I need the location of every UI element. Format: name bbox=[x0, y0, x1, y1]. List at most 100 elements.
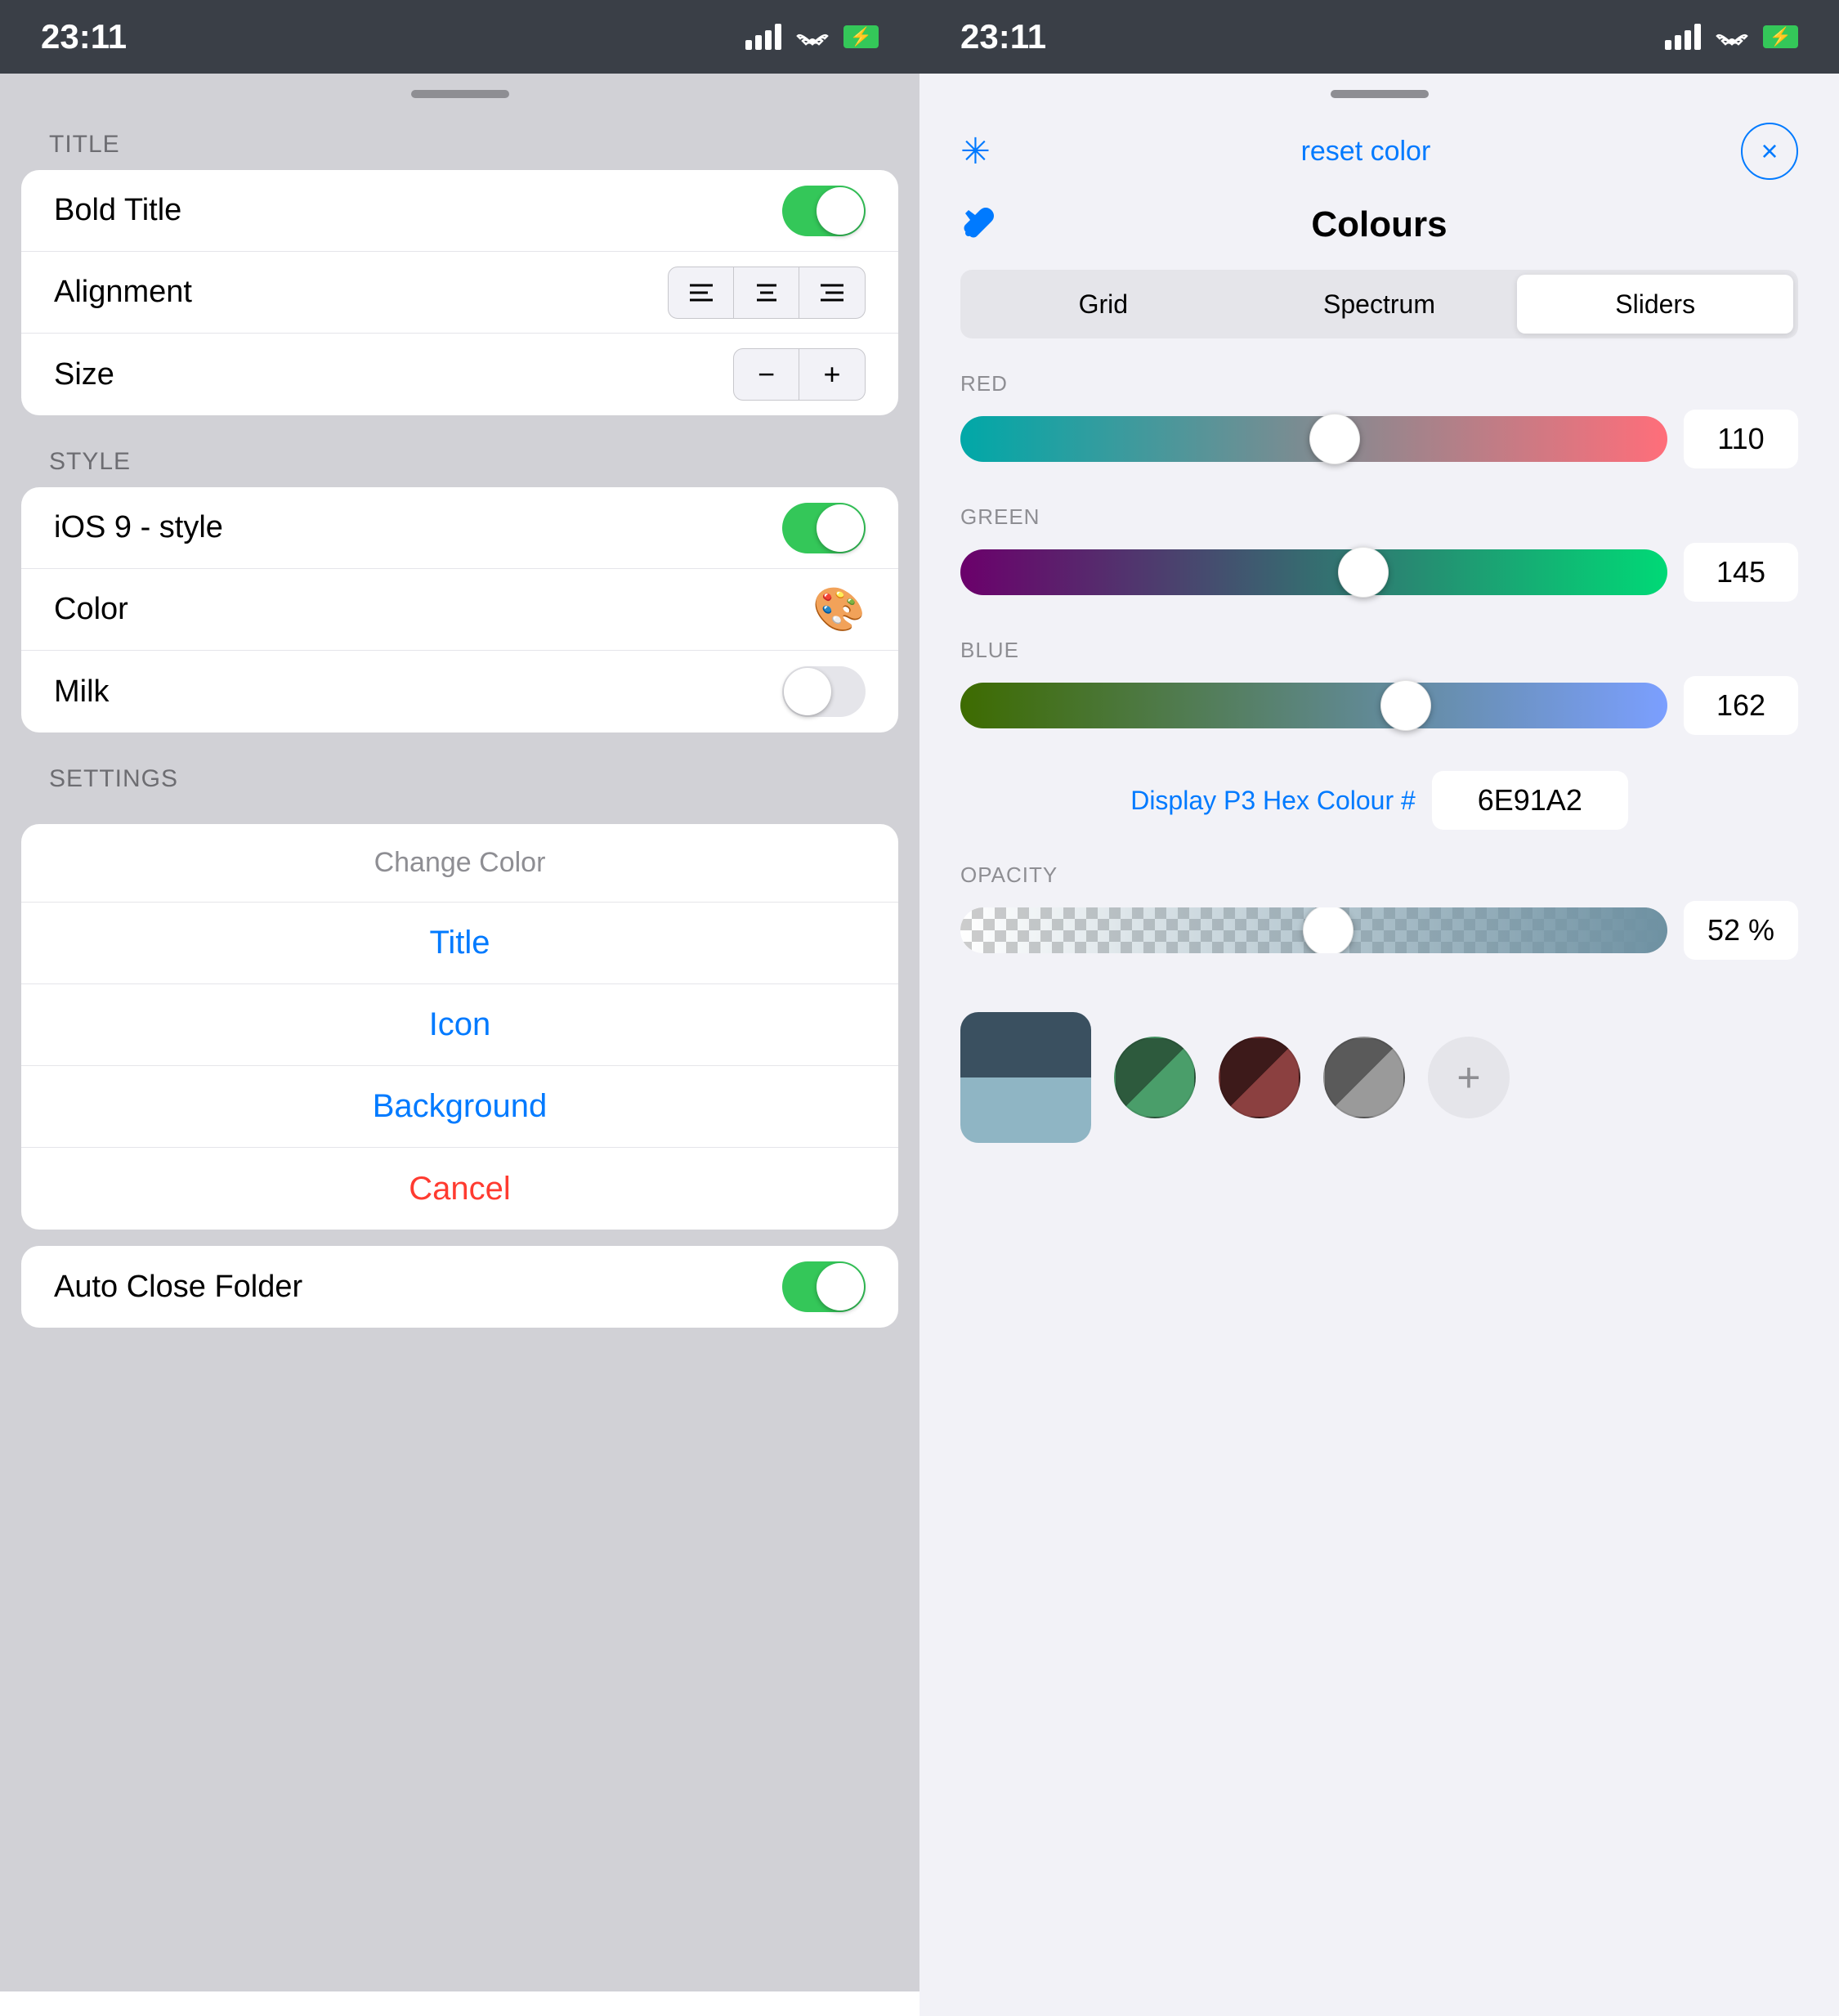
signal-icon-right bbox=[1665, 24, 1701, 50]
right-panel: 23:11 ⚡ ✳ reset color × bbox=[920, 0, 1839, 1991]
align-left-btn[interactable] bbox=[669, 267, 734, 318]
segmented-control: Grid Spectrum Sliders bbox=[960, 270, 1798, 338]
eyedropper-icon bbox=[960, 205, 996, 241]
palette-icon[interactable]: 🎨 bbox=[812, 585, 866, 634]
status-bar-right: 23:11 ⚡ bbox=[920, 0, 1839, 74]
battery-icon-left: ⚡ bbox=[843, 25, 879, 48]
hex-value-box[interactable]: 6E91A2 bbox=[1432, 771, 1628, 830]
close-btn[interactable]: × bbox=[1741, 123, 1798, 180]
alignment-label: Alignment bbox=[54, 275, 192, 310]
eyedropper-btn[interactable] bbox=[960, 205, 996, 245]
bold-title-row: Bold Title bbox=[21, 170, 898, 252]
blue-slider-thumb[interactable] bbox=[1380, 680, 1431, 731]
picker-main-title: Colours bbox=[1311, 204, 1447, 245]
red-slider-thumb[interactable] bbox=[1309, 414, 1360, 464]
swatch-add-btn[interactable]: + bbox=[1428, 1037, 1510, 1118]
action-sheet: Change Color Title Icon Background Cance… bbox=[21, 824, 898, 1230]
spinner-icon: ✳ bbox=[960, 131, 991, 172]
color-picker-sheet: ✳ reset color × Colours Grid Spectrum bbox=[920, 98, 1839, 2016]
auto-close-row: Auto Close Folder bbox=[21, 1246, 898, 1328]
green-label: GREEN bbox=[960, 504, 1798, 530]
auto-close-label: Auto Close Folder bbox=[54, 1270, 302, 1305]
blue-value-box: 162 bbox=[1684, 676, 1798, 735]
bottom-card: Auto Close Folder bbox=[21, 1246, 898, 1328]
action-icon-btn[interactable]: Icon bbox=[21, 984, 898, 1066]
align-center-btn[interactable] bbox=[734, 267, 799, 318]
blue-slider-row: 162 bbox=[960, 676, 1798, 735]
swatch-bottom bbox=[960, 1077, 1091, 1143]
left-panel: 23:11 ⚡ TITLE Bold Title bbox=[0, 0, 920, 1991]
time-right: 23:11 bbox=[960, 17, 1046, 56]
color-label: Color bbox=[54, 592, 128, 627]
alignment-row: Alignment bbox=[21, 252, 898, 334]
auto-close-toggle[interactable] bbox=[782, 1261, 866, 1312]
tab-sliders[interactable]: Sliders bbox=[1517, 275, 1793, 334]
hex-row: Display P3 Hex Colour # 6E91A2 bbox=[920, 763, 1839, 854]
swatches-row: + bbox=[920, 988, 1839, 1167]
blue-slider-section: BLUE 162 bbox=[920, 629, 1839, 763]
section-title-label: TITLE bbox=[0, 98, 920, 170]
section-settings-label: SETTINGS bbox=[0, 732, 920, 804]
time-left: 23:11 bbox=[41, 17, 127, 56]
opacity-slider-track[interactable] bbox=[960, 907, 1667, 953]
green-slider-track[interactable] bbox=[960, 549, 1667, 595]
action-background-btn[interactable]: Background bbox=[21, 1066, 898, 1148]
swatch-preview bbox=[960, 1012, 1091, 1143]
status-bar-left: 23:11 ⚡ bbox=[0, 0, 920, 74]
close-icon: × bbox=[1761, 134, 1778, 168]
status-icons-right: ⚡ bbox=[1665, 24, 1798, 50]
milk-row: Milk bbox=[21, 651, 898, 732]
color-row: Color 🎨 bbox=[21, 569, 898, 651]
signal-icon-left bbox=[745, 24, 781, 50]
opacity-slider-row: 52 % bbox=[960, 901, 1798, 960]
green-slider-row: 145 bbox=[960, 543, 1798, 602]
size-group: − + bbox=[733, 348, 866, 401]
tab-grid[interactable]: Grid bbox=[965, 275, 1242, 334]
alignment-group bbox=[668, 267, 866, 319]
title-card: Bold Title Alignment bbox=[21, 170, 898, 415]
milk-label: Milk bbox=[54, 674, 110, 710]
size-row: Size − + bbox=[21, 334, 898, 415]
hex-label: Display P3 Hex Colour # bbox=[1130, 786, 1416, 816]
ios9-row: iOS 9 - style bbox=[21, 487, 898, 569]
size-minus-btn[interactable]: − bbox=[734, 349, 799, 400]
green-slider-thumb[interactable] bbox=[1338, 547, 1389, 598]
picker-title-row: Colours bbox=[920, 196, 1839, 262]
ios9-label: iOS 9 - style bbox=[54, 510, 223, 545]
red-slider-section: RED 110 bbox=[920, 363, 1839, 496]
action-sheet-title: Change Color bbox=[21, 824, 898, 903]
action-title-btn[interactable]: Title bbox=[21, 903, 898, 984]
blue-slider-track[interactable] bbox=[960, 683, 1667, 728]
action-cancel-btn[interactable]: Cancel bbox=[21, 1148, 898, 1230]
wifi-icon-right bbox=[1716, 25, 1748, 49]
red-slider-track[interactable] bbox=[960, 416, 1667, 462]
drag-handle-left bbox=[411, 90, 509, 98]
tab-spectrum[interactable]: Spectrum bbox=[1242, 275, 1518, 334]
reset-color-btn[interactable]: reset color bbox=[1301, 136, 1431, 168]
size-plus-btn[interactable]: + bbox=[799, 349, 865, 400]
blue-label: BLUE bbox=[960, 638, 1798, 663]
milk-toggle-thumb bbox=[784, 668, 831, 715]
swatch-1[interactable] bbox=[1114, 1037, 1196, 1118]
red-label: RED bbox=[960, 371, 1798, 396]
green-value-box: 145 bbox=[1684, 543, 1798, 602]
swatch-2[interactable] bbox=[1219, 1037, 1300, 1118]
red-value-box: 110 bbox=[1684, 410, 1798, 468]
red-slider-row: 110 bbox=[960, 410, 1798, 468]
status-icons-left: ⚡ bbox=[745, 24, 879, 50]
swatch-top bbox=[960, 1012, 1091, 1077]
opacity-slider-thumb[interactable] bbox=[1303, 907, 1354, 953]
picker-header: ✳ reset color × bbox=[920, 98, 1839, 196]
align-right-btn[interactable] bbox=[799, 267, 865, 318]
milk-toggle[interactable] bbox=[782, 666, 866, 717]
opacity-label: OPACITY bbox=[960, 862, 1798, 888]
bold-title-toggle[interactable] bbox=[782, 186, 866, 236]
battery-icon-right: ⚡ bbox=[1763, 25, 1798, 48]
swatch-3[interactable] bbox=[1323, 1037, 1405, 1118]
wifi-icon-left bbox=[796, 25, 829, 49]
ios9-toggle-thumb bbox=[817, 504, 864, 552]
section-style-label: STYLE bbox=[0, 415, 920, 487]
style-card: iOS 9 - style Color 🎨 Milk bbox=[21, 487, 898, 732]
opacity-slider-section: OPACITY 52 % bbox=[920, 854, 1839, 988]
ios9-toggle[interactable] bbox=[782, 503, 866, 553]
